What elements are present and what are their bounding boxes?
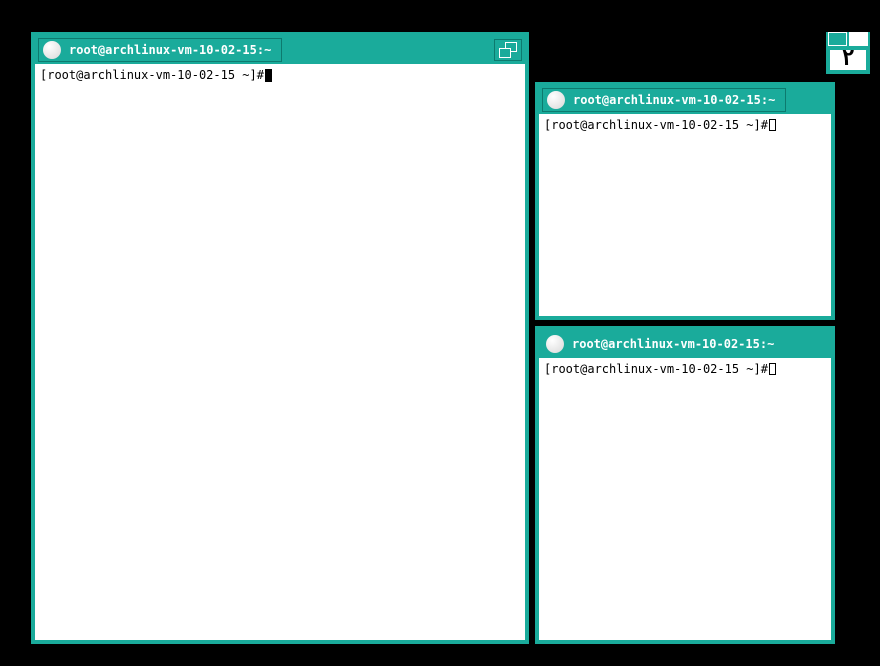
terminal-icon [43, 41, 61, 59]
title-tab[interactable]: root@archlinux-vm-10-02-15:~ [542, 88, 786, 112]
window-title: root@archlinux-vm-10-02-15:~ [573, 93, 775, 107]
cursor-icon [265, 69, 272, 82]
terminal-content[interactable]: [root@archlinux-vm-10-02-15 ~]# [539, 114, 831, 316]
terminal-window-top-right[interactable]: root@archlinux-vm-10-02-15:~ [root@archl… [535, 82, 835, 320]
maximize-icon [499, 42, 517, 58]
window-title: root@archlinux-vm-10-02-15:~ [572, 337, 774, 351]
terminal-content[interactable]: [root@archlinux-vm-10-02-15 ~]# [539, 358, 831, 640]
terminal-window-left[interactable]: root@archlinux-vm-10-02-15:~ [root@archl… [31, 32, 529, 644]
cursor-icon [769, 363, 776, 375]
prompt-line: [root@archlinux-vm-10-02-15 ~]# [544, 117, 826, 134]
terminal-icon [546, 335, 564, 353]
titlebar[interactable]: root@archlinux-vm-10-02-15:~ [539, 86, 831, 114]
terminal-icon [547, 91, 565, 109]
prompt-line: [root@archlinux-vm-10-02-15 ~]# [40, 67, 520, 84]
prompt-line: [root@archlinux-vm-10-02-15 ~]# [544, 361, 826, 378]
terminal-window-bottom-right[interactable]: root@archlinux-vm-10-02-15:~ [root@archl… [535, 326, 835, 644]
window-title: root@archlinux-vm-10-02-15:~ [69, 43, 271, 57]
desktop-widget[interactable]: ٢ [826, 32, 870, 74]
prompt-text: [root@archlinux-vm-10-02-15 ~]# [40, 67, 264, 84]
terminal-content[interactable]: [root@archlinux-vm-10-02-15 ~]# [35, 64, 525, 640]
prompt-text: [root@archlinux-vm-10-02-15 ~]# [544, 117, 768, 134]
pager-icon [828, 32, 868, 46]
titlebar[interactable]: root@archlinux-vm-10-02-15:~ [35, 36, 525, 64]
cursor-icon [769, 119, 776, 131]
maximize-button[interactable] [494, 39, 522, 61]
clock-glyph: ٢ [841, 46, 854, 71]
titlebar[interactable]: root@archlinux-vm-10-02-15:~ [539, 330, 831, 358]
prompt-text: [root@archlinux-vm-10-02-15 ~]# [544, 361, 768, 378]
title-tab[interactable]: root@archlinux-vm-10-02-15:~ [542, 332, 784, 356]
title-tab[interactable]: root@archlinux-vm-10-02-15:~ [38, 38, 282, 62]
